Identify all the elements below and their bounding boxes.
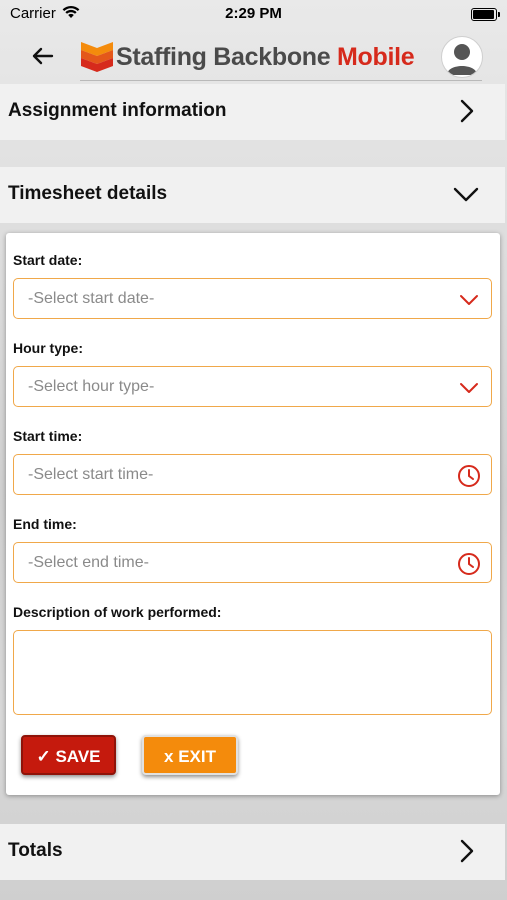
assignment-info-title: Assignment information — [8, 100, 227, 121]
timesheet-details-section[interactable]: Timesheet details — [0, 167, 505, 223]
totals-section[interactable]: Totals — [0, 824, 505, 880]
assignment-info-section[interactable]: Assignment information — [0, 84, 505, 140]
back-arrow-icon — [32, 47, 54, 65]
start-date-select[interactable]: -Select start date- — [13, 278, 492, 319]
hour-type-select[interactable]: -Select hour type- — [13, 366, 492, 407]
chevron-down-icon — [460, 295, 478, 305]
start-time-picker[interactable]: -Select start time- — [13, 454, 492, 495]
timesheet-details-title: Timesheet details — [8, 183, 168, 204]
description-label: Description of work performed: — [13, 604, 222, 620]
totals-title: Totals — [8, 840, 63, 861]
start-time-label: Start time: — [13, 428, 83, 444]
clock-icon — [458, 553, 480, 575]
app-title-main: Staffing Backbone — [116, 43, 331, 71]
app-header: Staffing Backbone Mobile — [0, 28, 507, 82]
user-avatar[interactable] — [441, 36, 483, 78]
chevron-right-icon — [460, 99, 474, 123]
clock-icon — [458, 465, 480, 487]
timesheet-form: Start date: -Select start date- Hour typ… — [6, 233, 500, 795]
save-button[interactable]: ✓ SAVE — [21, 735, 116, 775]
start-time-placeholder: -Select start time- — [28, 466, 154, 483]
chevron-right-icon — [460, 839, 474, 863]
status-bar: Carrier 2:29 PM — [0, 0, 507, 28]
back-button[interactable] — [28, 42, 58, 70]
end-time-label: End time: — [13, 516, 77, 532]
clock-time: 2:29 PM — [225, 5, 282, 22]
chevron-down-icon — [453, 187, 479, 202]
end-time-picker[interactable]: -Select end time- — [13, 542, 492, 583]
end-time-placeholder: -Select end time- — [28, 554, 149, 571]
chevron-down-icon — [460, 383, 478, 393]
start-date-label: Start date: — [13, 252, 83, 268]
hour-type-placeholder: -Select hour type- — [28, 378, 155, 395]
battery-icon — [471, 8, 500, 21]
app-title-accent: Mobile — [337, 43, 415, 71]
exit-button[interactable]: x EXIT — [142, 735, 238, 775]
description-textarea[interactable] — [13, 630, 492, 715]
app-logo — [78, 38, 116, 74]
user-icon — [447, 44, 477, 75]
header-divider — [80, 80, 482, 81]
start-date-placeholder: -Select start date- — [28, 290, 155, 307]
app-title: Staffing Backbone Mobile — [116, 43, 415, 72]
hour-type-label: Hour type: — [13, 340, 83, 356]
